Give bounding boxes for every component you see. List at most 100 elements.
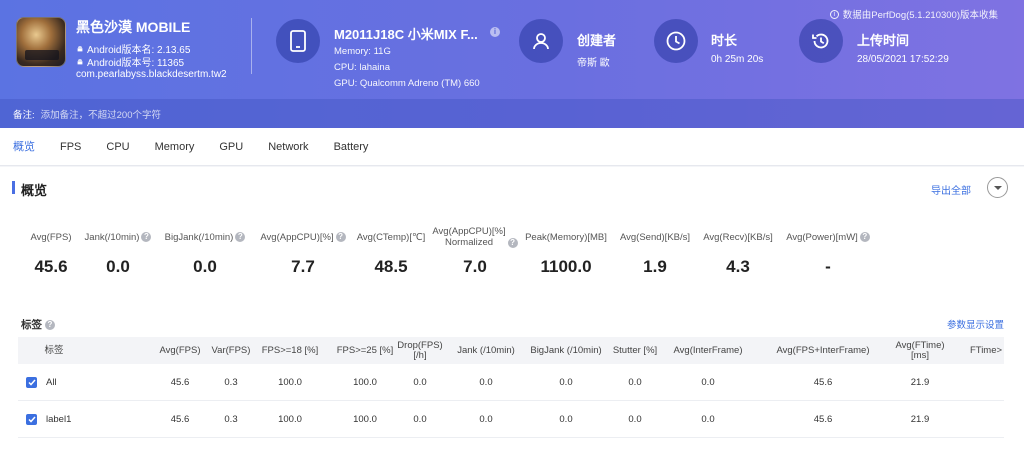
android-icon [77,58,83,64]
row-label: label1 [46,414,72,425]
device-gpu: GPU: Qualcomm Adreno (TM) 660 [334,78,480,89]
table-cell: 0.0 [701,414,715,425]
help-icon[interactable]: ? [859,232,870,242]
table-column-header: Avg(FPS+InterFrame) [776,344,870,356]
table-cell: 45.6 [813,377,833,388]
table-column-header: FPS>=25 [%] [336,344,394,356]
app-version-code: Android版本号: 11365 [87,58,185,69]
tags-table: 标签 Avg(FPS) Var(FPS) FPS>=18 [%] FPS>=25 [%]… [18,337,1004,438]
table-column-header: FPS>=18 [%] [261,344,319,356]
table-column-header: 标签 [44,344,64,356]
creator-value: 帝斯 歐 [577,58,610,69]
metric-value: - [825,257,831,276]
help-icon[interactable]: ? [45,319,55,330]
header-divider [251,18,252,74]
tags-title-text: 标签 [21,319,42,331]
table-row: All 45.6 0.3 100.0 100.0 0.0 0.0 0.0 0.0 0.0 45.6 2… [18,364,1004,401]
tab-overview[interactable]: 概览 [13,128,35,166]
collect-note-text: 数据由PerfDog(5.1.210300)版本收集 [842,10,998,21]
table-cell: 100.0 [278,414,302,425]
notes-bar: 备注: 添加备注，不超过200个字符 [0,99,1024,128]
table-cell: 0.0 [628,414,642,425]
table-column-header: Avg(FPS) [159,344,201,356]
param-settings-link[interactable]: 参数显示设置 [947,317,1004,331]
table-cell: 0.0 [701,377,715,388]
overview-panel: 概览 导出全部 Avg(FPS) 45.6 Jank(/10min)? 0.0 BigJ… [0,167,1024,452]
row-checkbox[interactable] [26,377,37,388]
metric-label-text: Avg(Recv)[KB/s] [703,231,773,243]
user-icon [519,19,563,63]
tab-memory[interactable]: Memory [155,128,195,166]
device-title: M2011J18C 小米MIX F... [334,27,478,42]
table-cell: 45.6 [170,377,190,388]
table-column-header: Drop(FPS) [/h] [397,339,443,361]
duration-value: 0h 25m 20s [711,54,764,65]
table-header: 标签 Avg(FPS) Var(FPS) FPS>=18 [%] FPS>=25 [%]… [18,337,1004,364]
creator-title: 创建者 [577,33,617,48]
history-icon [799,19,843,63]
tab-network[interactable]: Network [268,128,308,166]
table-cell: 0.3 [224,414,238,425]
notes-label: 备注: [13,109,35,121]
section-accent-bar [12,181,15,194]
table-column-header: Stutter [%] [612,344,658,356]
table-cell: 45.6 [170,414,190,425]
upload-time-title: 上传时间 [857,33,910,48]
clock-icon [654,19,698,63]
tab-battery[interactable]: Battery [334,128,369,166]
table-column-header: BigJank (/10min) [530,344,602,356]
notes-input[interactable]: 添加备注，不超过200个字符 [41,107,161,121]
table-cell: 0.3 [224,377,238,388]
collect-note: i 数据由PerfDog(5.1.210300)版本收集 [829,7,998,21]
report-header: 黑色沙漠 MOBILE Android版本名: 2.13.65 Android版… [0,0,1024,128]
metric-label-text: BigJank(/10min) [164,231,234,243]
table-cell: 0.0 [479,414,493,425]
app-icon [16,17,66,67]
table-cell: 45.6 [813,414,833,425]
android-icon [77,45,83,51]
tablet-icon [276,19,320,63]
table-cell: 0.0 [559,377,573,388]
upload-time-value: 28/05/2021 17:52:29 [857,54,949,65]
section-title: 概览 [21,183,48,198]
tab-gpu[interactable]: GPU [219,128,243,166]
tab-bar: 概览 FPS CPU Memory GPU Network Battery [0,128,1024,166]
device-info-icon[interactable]: i [490,27,500,37]
table-cell: 0.0 [413,414,427,425]
table-cell: 0.0 [413,377,427,388]
table-column-header: Avg(FTime) [ms] [895,339,945,361]
metric-label-text: Jank(/10min) [84,231,140,243]
table-cell: 100.0 [278,377,302,388]
table-cell: 100.0 [353,414,377,425]
tab-fps[interactable]: FPS [60,128,81,166]
metric-label-text: Avg(AppCPU)[%] [260,231,334,243]
table-cell: 100.0 [353,377,377,388]
table-row: label1 45.6 0.3 100.0 100.0 0.0 0.0 0.0 0.0 0.0 45… [18,401,1004,438]
app-package: com.pearlabyss.blackdesertm.tw2 [76,69,227,80]
info-icon: i [829,9,839,19]
table-cell: 21.9 [910,414,930,425]
app-name: 黑色沙漠 MOBILE [76,19,191,35]
device-memory: Memory: 11G [334,46,391,57]
tab-cpu[interactable]: CPU [106,128,129,166]
app-version-code-row: Android版本号: 11365 [76,54,184,69]
duration-title: 时长 [711,33,738,48]
table-cell: 21.9 [910,377,930,388]
device-cpu: CPU: lahaina [334,62,390,73]
table-cell: 0.0 [628,377,642,388]
export-all-link[interactable]: 导出全部 [931,182,971,197]
metric-label: Avg(Power)[mW]? [768,225,888,249]
row-checkbox[interactable] [26,414,37,425]
row-label: All [46,377,57,388]
table-column-header: FTime> [969,344,1003,356]
table-column-header: Var(FPS) [211,344,251,356]
table-column-header: Jank (/10min) [457,344,515,356]
table-cell: 0.0 [559,414,573,425]
metric-card: Avg(Power)[mW]? - [768,225,888,277]
metric-label-text: Avg(Power)[mW] [786,231,858,243]
tags-title: 标签 ? [21,317,55,332]
collapse-button[interactable] [987,177,1008,198]
table-body: All 45.6 0.3 100.0 100.0 0.0 0.0 0.0 0.0 0.0 45.6 2… [18,364,1004,438]
table-cell: 0.0 [479,377,493,388]
chevron-down-icon [993,185,1002,190]
